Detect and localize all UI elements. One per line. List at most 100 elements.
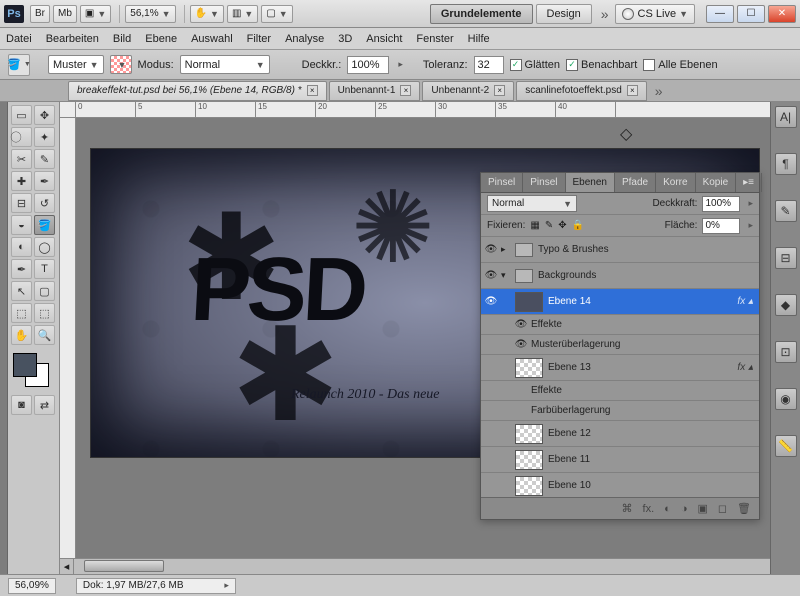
panel-tab-pinsel2[interactable]: Pinsel	[523, 173, 565, 192]
layer-ebene-13[interactable]: Ebene 13fx ▴	[481, 355, 759, 381]
close-icon[interactable]: ×	[307, 85, 318, 96]
adjustment-icon[interactable]: ◑	[681, 503, 688, 515]
layer-ebene-12[interactable]: Ebene 12	[481, 421, 759, 447]
foreground-color[interactable]	[13, 353, 37, 377]
brushes-panel-icon[interactable]: ✎	[775, 200, 797, 222]
screenmode-toggle[interactable]: ⇄	[34, 395, 55, 415]
doc-tab-1[interactable]: breakeffekt-tut.psd bei 56,1% (Ebene 14,…	[68, 81, 327, 101]
layer-effects-2[interactable]: Effekte	[481, 381, 759, 401]
visibility-icon[interactable]: 👁	[511, 339, 531, 350]
paragraph-panel-icon[interactable]: ¶	[775, 153, 797, 175]
pattern-picker[interactable]: ▼	[110, 55, 132, 74]
visibility-icon[interactable]: 👁	[481, 270, 501, 281]
layer-color-overlay[interactable]: Farbüberlagerung	[481, 401, 759, 421]
lock-all-icon[interactable]: 🔒	[572, 220, 584, 231]
panel-tab-pfade[interactable]: Pfade	[615, 173, 656, 192]
fx-badge[interactable]: fx ▴	[737, 362, 753, 373]
antialias-checkbox[interactable]: ✓Glätten	[510, 59, 560, 71]
contiguous-checkbox[interactable]: ✓Benachbart	[566, 59, 637, 71]
lock-transparency-icon[interactable]: ▦	[530, 220, 539, 231]
doc-tab-2[interactable]: Unbenannt-1×	[329, 81, 421, 101]
healing-tool[interactable]: ✚	[11, 171, 32, 191]
bridge-button[interactable]: Br	[30, 5, 50, 23]
3d-panel-icon[interactable]: ◆	[775, 294, 797, 316]
all-layers-checkbox[interactable]: Alle Ebenen	[643, 59, 717, 71]
menu-ansicht[interactable]: Ansicht	[366, 33, 402, 45]
history-brush-tool[interactable]: ↺	[34, 193, 55, 213]
stamp-tool[interactable]: ⊟	[11, 193, 32, 213]
menu-filter[interactable]: Filter	[247, 33, 271, 45]
layer-opacity-input[interactable]: 100%	[702, 196, 740, 212]
panel-tab-korrektur[interactable]: Korre	[656, 173, 695, 192]
blend-mode-select[interactable]: Normal▼	[487, 195, 577, 212]
3d-tool[interactable]: ⬚	[11, 303, 32, 323]
trash-icon[interactable]: 🗑	[737, 502, 751, 515]
layer-effects[interactable]: 👁Effekte	[481, 315, 759, 335]
window-close[interactable]: ✕	[768, 5, 796, 23]
group-icon[interactable]: ▣	[697, 502, 707, 515]
panel-tab-pinsel[interactable]: Pinsel	[481, 173, 523, 192]
lasso-tool[interactable]: ⃝	[11, 127, 32, 147]
hand-shortcut[interactable]: ✋▼	[190, 5, 224, 23]
window-maximize[interactable]: ☐	[737, 5, 765, 23]
minibridge-button[interactable]: Mb	[53, 5, 77, 23]
close-icon[interactable]: ×	[400, 85, 411, 96]
modus-select[interactable]: Normal▼	[180, 55, 270, 74]
layer-ebene-10[interactable]: Ebene 10	[481, 473, 759, 497]
menu-auswahl[interactable]: Auswahl	[191, 33, 233, 45]
hand-tool[interactable]: ✋	[11, 325, 32, 345]
arrange-button[interactable]: ▥▼	[227, 5, 258, 23]
tabs-overflow-icon[interactable]: »	[655, 83, 663, 99]
panel-menu-icon[interactable]: ▸≡	[736, 173, 762, 192]
lock-position-icon[interactable]: ✥	[558, 220, 566, 231]
layer-fill-input[interactable]: 0%	[702, 218, 740, 234]
menu-3d[interactable]: 3D	[338, 33, 352, 45]
current-tool-icon[interactable]: 🪣▼	[8, 54, 30, 76]
layer-group-typo[interactable]: 👁▸Typo & Brushes	[481, 237, 759, 263]
menu-bild[interactable]: Bild	[113, 33, 131, 45]
move-tool[interactable]: ✥	[34, 105, 55, 125]
close-icon[interactable]: ×	[494, 85, 505, 96]
close-icon[interactable]: ×	[627, 85, 638, 96]
eyedropper-tool[interactable]: ✎	[34, 149, 55, 169]
lock-pixels-icon[interactable]: ✎	[545, 220, 553, 231]
fill-type-select[interactable]: Muster▼	[48, 55, 104, 74]
clone-panel-icon[interactable]: ⊟	[775, 247, 797, 269]
eraser-tool[interactable]: ◒	[11, 215, 32, 235]
layer-pattern-overlay[interactable]: 👁Musterüberlagerung	[481, 335, 759, 355]
visibility-icon[interactable]: 👁	[481, 244, 501, 255]
layer-ebene-11[interactable]: Ebene 11	[481, 447, 759, 473]
color-swatches[interactable]	[11, 353, 55, 389]
visibility-icon[interactable]: 👁	[511, 319, 531, 330]
doc-tab-4[interactable]: scanlinefotoeffekt.psd×	[516, 81, 647, 101]
menu-datei[interactable]: Datei	[6, 33, 32, 45]
marquee-tool[interactable]: ▭	[11, 105, 32, 125]
workspace-design[interactable]: Design	[536, 4, 592, 24]
menu-bearbeiten[interactable]: Bearbeiten	[46, 33, 99, 45]
type-tool[interactable]: T	[34, 259, 55, 279]
bucket-tool[interactable]: 🪣	[34, 215, 55, 235]
status-zoom[interactable]: 56,09%	[8, 578, 56, 594]
workspace-grundelemente[interactable]: Grundelemente	[430, 4, 533, 24]
shape-tool[interactable]: ▢	[34, 281, 55, 301]
3d-camera-tool[interactable]: ⬚	[34, 303, 55, 323]
link-layers-icon[interactable]: ⌘	[622, 502, 633, 515]
brush-tool[interactable]: ✒	[34, 171, 55, 191]
info-panel-icon[interactable]: ◉	[775, 388, 797, 410]
menu-ebene[interactable]: Ebene	[145, 33, 177, 45]
menu-analyse[interactable]: Analyse	[285, 33, 324, 45]
measure-panel-icon[interactable]: 📏	[775, 435, 797, 457]
layer-ebene-14[interactable]: 👁Ebene 14fx ▴	[481, 289, 759, 315]
visibility-icon[interactable]: 👁	[481, 296, 501, 307]
new-layer-icon[interactable]: ◻	[718, 502, 727, 515]
menu-fenster[interactable]: Fenster	[416, 33, 453, 45]
status-docsize[interactable]: Dok: 1,97 MB/27,6 MB▸	[76, 578, 236, 594]
pen-tool[interactable]: ✒	[11, 259, 32, 279]
panel-tab-kopie[interactable]: Kopie	[696, 173, 737, 192]
window-minimize[interactable]: —	[706, 5, 734, 23]
doc-tab-3[interactable]: Unbenannt-2×	[422, 81, 514, 101]
layer-group-backgrounds[interactable]: 👁▾Backgrounds	[481, 263, 759, 289]
navigator-panel-icon[interactable]: ⊡	[775, 341, 797, 363]
screen-mode-button[interactable]: ▣▼	[80, 5, 111, 23]
cslive-button[interactable]: CS Live▼	[615, 4, 695, 24]
